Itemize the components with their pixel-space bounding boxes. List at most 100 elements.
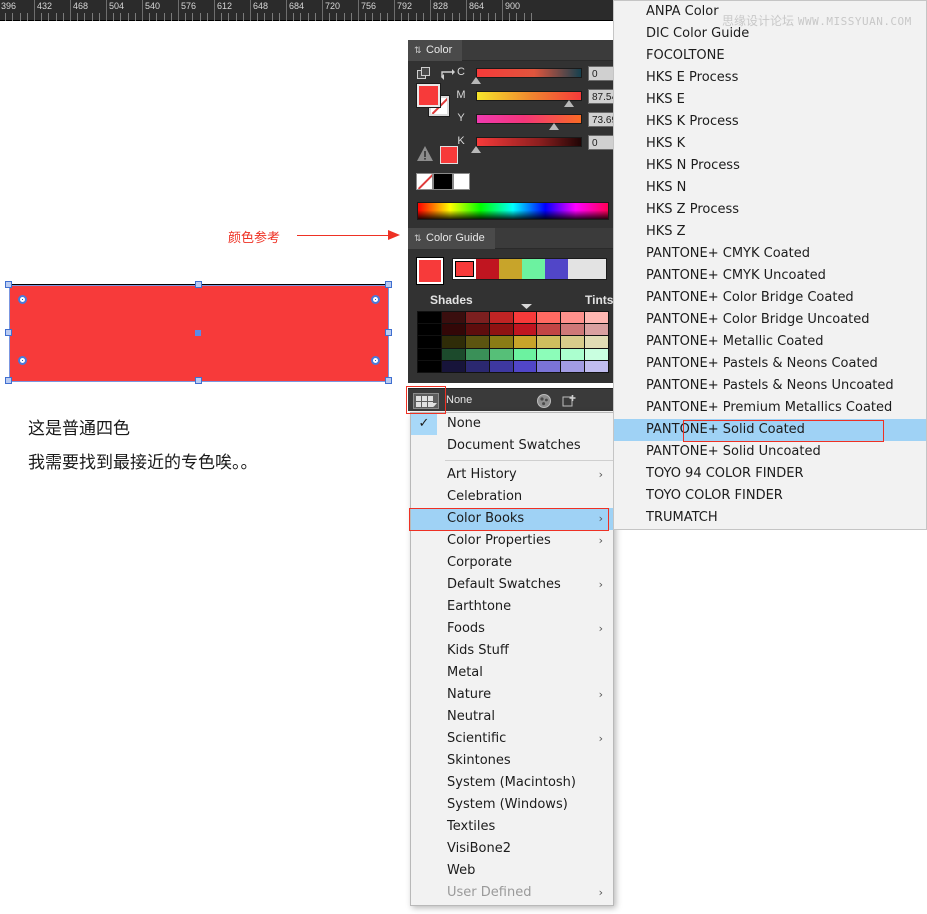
- corner-radius-widget-bottom-right[interactable]: [371, 356, 380, 365]
- guide-grid-cell[interactable]: [465, 348, 489, 360]
- harmony-swatch[interactable]: [522, 259, 545, 279]
- menu-item-earthtone[interactable]: Earthtone: [411, 596, 613, 618]
- submenu-item-hks-n-process[interactable]: HKS N Process: [614, 155, 926, 177]
- color-guide-base-swatch[interactable]: [417, 258, 443, 284]
- selection-handle-top-center[interactable]: [195, 281, 202, 288]
- guide-grid-cell[interactable]: [585, 324, 608, 336]
- slider-track-c[interactable]: [476, 68, 582, 78]
- submenu-item-hks-e-process[interactable]: HKS E Process: [614, 67, 926, 89]
- new-swatch-icon[interactable]: [562, 394, 576, 413]
- guide-grid-cell[interactable]: [489, 348, 513, 360]
- menu-item-kids-stuff[interactable]: Kids Stuff: [411, 640, 613, 662]
- slider-track-k[interactable]: [476, 137, 582, 147]
- menu-item-color-properties[interactable]: Color Properties ›: [411, 530, 613, 552]
- guide-grid-cell[interactable]: [489, 324, 513, 336]
- guide-grid-cell[interactable]: [513, 312, 537, 324]
- menu-item-color-books[interactable]: Color Books ›: [411, 508, 613, 530]
- menu-item-metal[interactable]: Metal: [411, 662, 613, 684]
- guide-grid-cell[interactable]: [465, 360, 489, 372]
- guide-grid-cell[interactable]: [537, 312, 561, 324]
- guide-grid-cell[interactable]: [561, 360, 585, 372]
- submenu-item-toyo-94-color-finder[interactable]: TOYO 94 COLOR FINDER: [614, 463, 926, 485]
- menu-item-visibone2[interactable]: VisiBone2: [411, 838, 613, 860]
- white-swatch[interactable]: [453, 173, 470, 190]
- guide-grid-cell[interactable]: [465, 324, 489, 336]
- guide-grid-cell[interactable]: [561, 324, 585, 336]
- menu-item-celebration[interactable]: Celebration: [411, 486, 613, 508]
- submenu-item-pantone-solid-coated[interactable]: PANTONE+ Solid Coated: [614, 419, 926, 441]
- harmony-swatch[interactable]: [453, 259, 476, 279]
- submenu-item-pantone-cmyk-uncoated[interactable]: PANTONE+ CMYK Uncoated: [614, 265, 926, 287]
- selection-handle-middle-left[interactable]: [5, 329, 12, 336]
- submenu-item-hks-z[interactable]: HKS Z: [614, 221, 926, 243]
- selection-handle-middle-right[interactable]: [385, 329, 392, 336]
- none-swatch[interactable]: [416, 173, 433, 190]
- menu-item-none[interactable]: ✓ None: [411, 413, 613, 435]
- guide-grid-cell[interactable]: [489, 312, 513, 324]
- menu-item-neutral[interactable]: Neutral: [411, 706, 613, 728]
- guide-grid-cell[interactable]: [561, 348, 585, 360]
- slider-track-y[interactable]: [476, 114, 582, 124]
- guide-grid-cell[interactable]: [489, 336, 513, 348]
- guide-grid-cell[interactable]: [513, 360, 537, 372]
- submenu-item-pantone-metallic-coated[interactable]: PANTONE+ Metallic Coated: [614, 331, 926, 353]
- submenu-item-pantone-solid-uncoated[interactable]: PANTONE+ Solid Uncoated: [614, 441, 926, 463]
- corner-radius-widget-bottom-left[interactable]: [18, 356, 27, 365]
- slider-thumb-m[interactable]: [563, 100, 574, 107]
- guide-grid-cell[interactable]: [441, 348, 465, 360]
- swatch-library-menu[interactable]: ✓ None Document Swatches Art History › Celebr…: [410, 412, 614, 906]
- menu-item-art-history[interactable]: Art History ›: [411, 464, 613, 486]
- submenu-item-toyo-color-finder[interactable]: TOYO COLOR FINDER: [614, 485, 926, 507]
- guide-grid-cell[interactable]: [513, 324, 537, 336]
- harmony-swatch[interactable]: [476, 259, 499, 279]
- slider-thumb-c[interactable]: [471, 77, 481, 84]
- harmony-rule-swatches[interactable]: [452, 258, 607, 280]
- guide-grid-cell[interactable]: [561, 336, 585, 348]
- harmony-swatch[interactable]: [499, 259, 522, 279]
- guide-grid-cell[interactable]: [441, 336, 465, 348]
- guide-grid-cell[interactable]: [585, 336, 608, 348]
- submenu-item-hks-e[interactable]: HKS E: [614, 89, 926, 111]
- submenu-item-pantone-pastels-neons-coated[interactable]: PANTONE+ Pastels & Neons Coated: [614, 353, 926, 375]
- guide-grid-cell[interactable]: [418, 360, 441, 372]
- menu-item-foods[interactable]: Foods ›: [411, 618, 613, 640]
- menu-item-nature[interactable]: Nature ›: [411, 684, 613, 706]
- submenu-item-trumatch[interactable]: TRUMATCH: [614, 507, 926, 529]
- selection-center-point[interactable]: [195, 330, 201, 336]
- guide-grid-cell[interactable]: [537, 348, 561, 360]
- guide-grid-cell[interactable]: [585, 312, 608, 324]
- swatch-library-menu-icon[interactable]: [413, 393, 439, 409]
- guide-grid-cell[interactable]: [441, 312, 465, 324]
- submenu-item-pantone-premium-metallics-coated[interactable]: PANTONE+ Premium Metallics Coated: [614, 397, 926, 419]
- guide-grid-cell[interactable]: [418, 324, 441, 336]
- guide-grid-cell[interactable]: [537, 324, 561, 336]
- guide-grid-cell[interactable]: [489, 360, 513, 372]
- submenu-item-focoltone[interactable]: FOCOLTONE: [614, 45, 926, 67]
- black-swatch[interactable]: [433, 173, 453, 190]
- submenu-item-pantone-color-bridge-uncoated[interactable]: PANTONE+ Color Bridge Uncoated: [614, 309, 926, 331]
- menu-item-document-swatches[interactable]: Document Swatches: [411, 435, 613, 457]
- color-group-icon[interactable]: [537, 394, 551, 413]
- submenu-item-hks-k[interactable]: HKS K: [614, 133, 926, 155]
- menu-item-scientific[interactable]: Scientific ›: [411, 728, 613, 750]
- selection-handle-top-left[interactable]: [5, 281, 12, 288]
- guide-grid-cell[interactable]: [465, 312, 489, 324]
- selection-handle-bottom-left[interactable]: [5, 377, 12, 384]
- guide-grid-cell[interactable]: [513, 348, 537, 360]
- submenu-item-pantone-color-bridge-coated[interactable]: PANTONE+ Color Bridge Coated: [614, 287, 926, 309]
- corner-radius-widget-top-left[interactable]: [18, 295, 27, 304]
- color-spectrum-bar[interactable]: [417, 202, 609, 220]
- submenu-item-hks-n[interactable]: HKS N: [614, 177, 926, 199]
- selection-handle-bottom-right[interactable]: [385, 377, 392, 384]
- guide-grid-cell[interactable]: [537, 360, 561, 372]
- guide-grid-cell[interactable]: [441, 360, 465, 372]
- selection-handle-bottom-center[interactable]: [195, 377, 202, 384]
- color-variation-grid[interactable]: [417, 311, 609, 373]
- menu-item-corporate[interactable]: Corporate: [411, 552, 613, 574]
- menu-item-skintones[interactable]: Skintones: [411, 750, 613, 772]
- guide-grid-cell[interactable]: [418, 336, 441, 348]
- guide-grid-cell[interactable]: [418, 348, 441, 360]
- tab-color-guide[interactable]: ⇅ Color Guide: [408, 228, 495, 249]
- menu-item-textiles[interactable]: Textiles: [411, 816, 613, 838]
- submenu-item-hks-k-process[interactable]: HKS K Process: [614, 111, 926, 133]
